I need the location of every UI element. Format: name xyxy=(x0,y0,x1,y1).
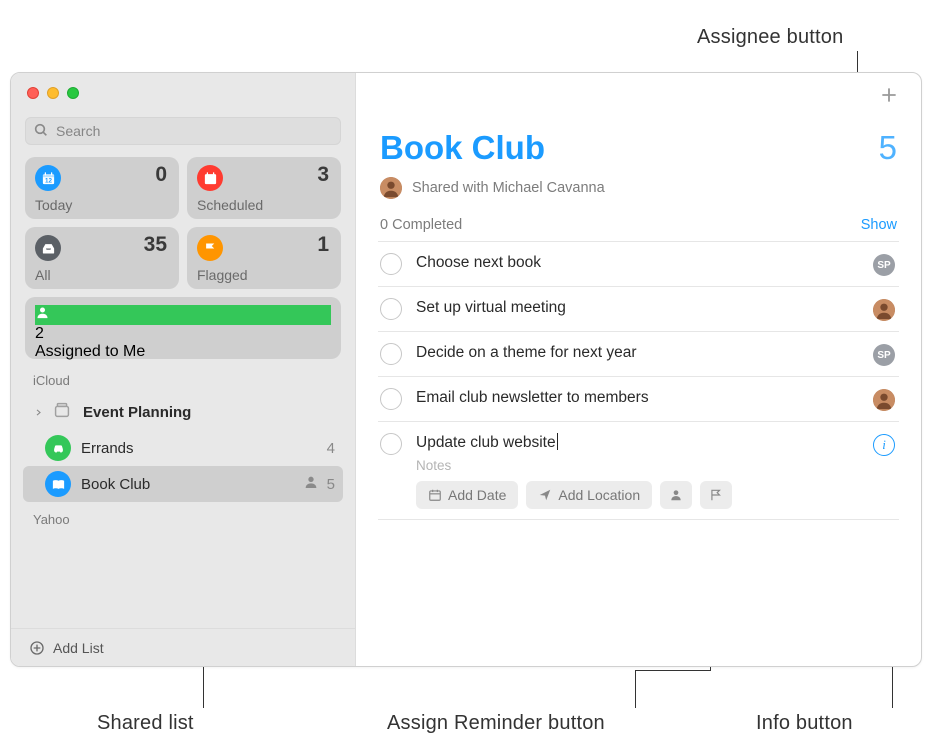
book-icon xyxy=(45,471,71,497)
reminder-title[interactable]: Set up virtual meeting xyxy=(416,297,869,319)
callout-line xyxy=(203,666,204,708)
reminder-items: Choose next book SP Set up virtual meeti… xyxy=(356,241,921,520)
shared-with-row[interactable]: Shared with Michael Cavanna xyxy=(356,167,921,199)
car-icon xyxy=(45,435,71,461)
list-total-count: 5 xyxy=(879,129,897,167)
add-location-button[interactable]: Add Location xyxy=(526,481,652,509)
complete-toggle[interactable] xyxy=(380,343,402,365)
smart-lists-grid: 12 0 Today 3 Scheduled 35 All xyxy=(11,157,355,359)
smart-list-assigned[interactable]: 2 Assigned to Me xyxy=(25,297,341,359)
person-icon xyxy=(35,305,331,325)
add-list-label: Add List xyxy=(53,640,104,656)
reminder-title[interactable]: Decide on a theme for next year xyxy=(416,342,869,364)
list-header: Book Club 5 xyxy=(356,73,921,167)
list-title: Book Club xyxy=(380,129,545,167)
chevron-right-icon[interactable] xyxy=(31,408,45,417)
sidebar-item-errands[interactable]: Errands 4 xyxy=(23,430,343,466)
section-label-icloud: iCloud xyxy=(11,359,355,394)
reminder-title[interactable]: Choose next book xyxy=(416,252,869,274)
window-controls xyxy=(11,73,355,105)
list-name: Book Club xyxy=(81,476,299,493)
callout-line xyxy=(635,670,636,708)
smart-list-flagged[interactable]: 1 Flagged xyxy=(187,227,341,289)
main-panel: Book Club 5 Shared with Michael Cavanna … xyxy=(356,73,921,666)
complete-toggle[interactable] xyxy=(380,433,402,455)
assign-reminder-button[interactable] xyxy=(660,481,692,509)
new-reminder-button[interactable] xyxy=(879,85,899,110)
completed-count-label: 0 Completed xyxy=(380,217,462,233)
reminder-row-editing[interactable]: Update club website Notes Add Date Add L… xyxy=(378,421,899,520)
smart-list-today[interactable]: 12 0 Today xyxy=(25,157,179,219)
avatar xyxy=(380,177,402,199)
search-input[interactable] xyxy=(25,117,341,145)
calendar-icon: 12 xyxy=(35,165,61,191)
close-window-button[interactable] xyxy=(27,87,39,99)
smart-label: Scheduled xyxy=(197,197,331,213)
reminder-row[interactable]: Choose next book SP xyxy=(378,241,899,286)
assignee-button[interactable]: SP xyxy=(873,254,895,276)
annotation-assign-reminder: Assign Reminder button xyxy=(387,712,605,735)
add-list-button[interactable]: Add List xyxy=(11,628,355,666)
smart-count: 35 xyxy=(144,233,167,257)
reminder-row[interactable]: Set up virtual meeting xyxy=(378,286,899,331)
smart-label: Today xyxy=(35,197,169,213)
list-count: 4 xyxy=(327,440,335,457)
assignee-button[interactable] xyxy=(873,299,895,321)
sidebar-item-event-planning[interactable]: Event Planning xyxy=(23,394,343,430)
sidebar: 12 0 Today 3 Scheduled 35 All xyxy=(11,73,356,666)
smart-label: Flagged xyxy=(197,267,331,283)
zoom-window-button[interactable] xyxy=(67,87,79,99)
complete-toggle[interactable] xyxy=(380,388,402,410)
list-name: Event Planning xyxy=(83,404,335,421)
search-icon xyxy=(33,122,49,143)
minimize-window-button[interactable] xyxy=(47,87,59,99)
smart-list-scheduled[interactable]: 3 Scheduled xyxy=(187,157,341,219)
reminder-row[interactable]: Decide on a theme for next year SP xyxy=(378,331,899,376)
complete-toggle[interactable] xyxy=(380,253,402,275)
smart-count: 2 xyxy=(35,325,331,343)
tray-icon xyxy=(35,235,61,261)
completed-row: 0 Completed Show xyxy=(356,199,921,241)
search-field-wrapper xyxy=(25,117,341,145)
calendar-icon xyxy=(197,165,223,191)
flag-reminder-button[interactable] xyxy=(700,481,732,509)
app-window: 12 0 Today 3 Scheduled 35 All xyxy=(10,72,922,667)
annotation-shared-list: Shared list xyxy=(97,712,194,735)
smart-count: 0 xyxy=(155,163,167,187)
flag-icon xyxy=(197,235,223,261)
reminder-row[interactable]: Email club newsletter to members xyxy=(378,376,899,421)
smart-count: 3 xyxy=(317,163,329,187)
svg-text:12: 12 xyxy=(45,177,52,184)
sidebar-item-book-club[interactable]: Book Club 5 xyxy=(23,466,343,502)
shared-with-label: Shared with Michael Cavanna xyxy=(412,180,605,196)
smart-count: 1 xyxy=(317,233,329,257)
shared-icon xyxy=(303,474,319,494)
assignee-button[interactable]: SP xyxy=(873,344,895,366)
add-date-button[interactable]: Add Date xyxy=(416,481,518,509)
list-name: Errands xyxy=(81,440,319,457)
complete-toggle[interactable] xyxy=(380,298,402,320)
annotation-info-button: Info button xyxy=(756,712,853,735)
sidebar-lists: Event Planning Errands 4 Book Club 5 xyxy=(11,394,355,502)
reminder-title[interactable]: Email club newsletter to members xyxy=(416,387,869,409)
smart-label: All xyxy=(35,267,169,283)
smart-list-all[interactable]: 35 All xyxy=(25,227,179,289)
info-button[interactable]: i xyxy=(873,434,895,456)
reminder-title-input[interactable]: Update club website xyxy=(416,432,869,454)
callout-line xyxy=(635,670,710,671)
folder-stack-icon xyxy=(51,399,73,425)
text-cursor xyxy=(557,433,558,450)
annotation-assignee-button: Assignee button xyxy=(697,26,843,49)
smart-label: Assigned to Me xyxy=(35,343,331,361)
assignee-button[interactable] xyxy=(873,389,895,411)
section-label-yahoo: Yahoo xyxy=(11,502,355,529)
reminder-notes-input[interactable]: Notes xyxy=(416,458,869,473)
chip-label: Add Location xyxy=(558,487,640,503)
show-completed-button[interactable]: Show xyxy=(861,217,897,233)
reminder-quick-actions: Add Date Add Location xyxy=(416,481,869,509)
list-count: 5 xyxy=(327,476,335,493)
chip-label: Add Date xyxy=(448,487,506,503)
